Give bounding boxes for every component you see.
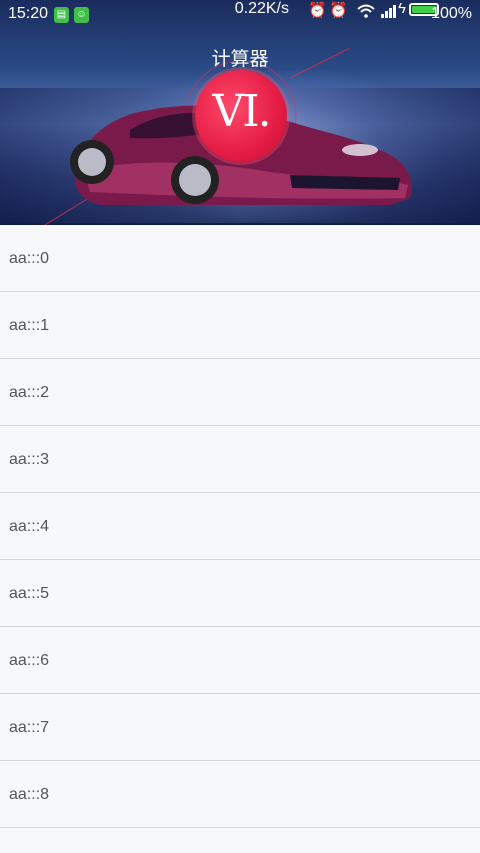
list-item-label: aa:::4 [9, 518, 50, 535]
list-item[interactable]: aa:::0 [0, 225, 480, 292]
list-item[interactable]: aa:::2 [0, 359, 480, 426]
battery-percent: 100% [431, 5, 472, 22]
status-bar: 15:20 ▤ ☺ 0.22K/s ⏰ ⏰ ϟ 100% [0, 0, 480, 30]
list-item-label: aa:::1 [9, 317, 50, 334]
wifi-icon [357, 4, 375, 18]
alarm-icon: ⏰ [329, 2, 348, 19]
banner-fine-print-right [463, 100, 471, 190]
list-item[interactable]: aa:::4 [0, 493, 480, 560]
signal-icon [381, 5, 396, 18]
list-item-label: aa:::6 [9, 652, 50, 669]
list-item[interactable]: aa:::8 [0, 761, 480, 828]
charging-icon: ϟ [398, 0, 406, 17]
network-speed: 0.22K/s [234, 0, 289, 17]
list-item-label: aa:::5 [9, 585, 50, 602]
android-notification-icon: ☺ [74, 7, 89, 23]
page-title: 计算器 [211, 48, 269, 70]
logo-badge: VI. [195, 70, 287, 162]
list-item-label: aa:::8 [9, 786, 50, 803]
alarm-off-icon: ⏰ [308, 2, 327, 19]
list-item-label: aa:::3 [9, 451, 50, 468]
list-item[interactable]: aa:::7 [0, 694, 480, 761]
list-item[interactable]: aa:::5 [0, 560, 480, 627]
list-item-label: aa:::2 [9, 384, 50, 401]
sim-notification-icon: ▤ [54, 7, 69, 23]
list-item-label: aa:::0 [9, 250, 50, 267]
header-banner: 15:20 ▤ ☺ 0.22K/s ⏰ ⏰ ϟ 100% 计算器 VI. [0, 0, 480, 225]
list-item[interactable]: aa:::1 [0, 292, 480, 359]
status-time: 15:20 [8, 5, 49, 22]
list-item[interactable]: aa:::6 [0, 627, 480, 694]
logo-text: VI. [212, 86, 271, 137]
list-item-label: aa:::7 [9, 719, 50, 736]
item-list: aa:::0 aa:::1 aa:::2 aa:::3 aa:::4 aa:::… [0, 225, 480, 828]
list-item[interactable]: aa:::3 [0, 426, 480, 493]
